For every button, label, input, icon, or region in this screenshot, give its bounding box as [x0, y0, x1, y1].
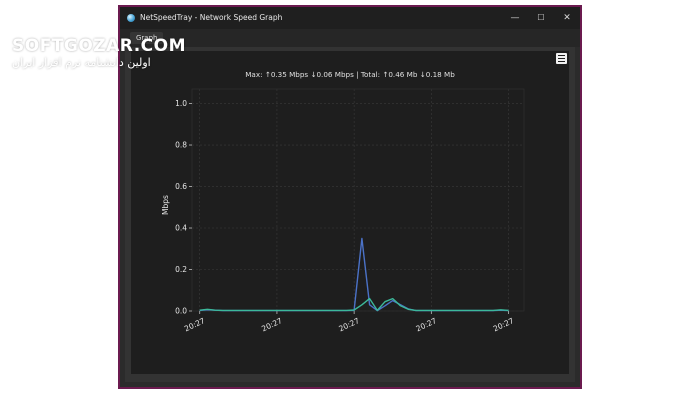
x-tick-label: 20:27 — [337, 316, 361, 333]
y-tick-label: 0.8 — [175, 141, 187, 150]
x-tick-label: 20:27 — [183, 316, 207, 333]
y-tick-label: 0.0 — [175, 307, 187, 316]
x-tick-label: 20:27 — [492, 316, 516, 333]
y-tick-label: 0.4 — [175, 224, 187, 233]
y-tick-label: 0.2 — [175, 265, 187, 274]
network-speed-chart: 0.0 0.2 0.4 0.6 0.8 1.0 20:27 20:27 20:27 20:27 20… — [161, 88, 525, 333]
y-tick-label: 1.0 — [175, 99, 187, 108]
x-tick-label: 20:27 — [260, 316, 284, 333]
watermark-tagline: اولین دانشنامه نرم افزار ایران — [12, 56, 151, 69]
app-window: NetSpeedTray - Network Speed Graph — ☐ ✕… — [118, 5, 582, 389]
y-tick-label: 0.6 — [175, 182, 187, 191]
y-axis-label: Mbps — [161, 195, 170, 215]
x-tick-label: 20:27 — [415, 316, 439, 333]
watermark-brand: SOFTGOZAR.COM — [12, 36, 187, 56]
